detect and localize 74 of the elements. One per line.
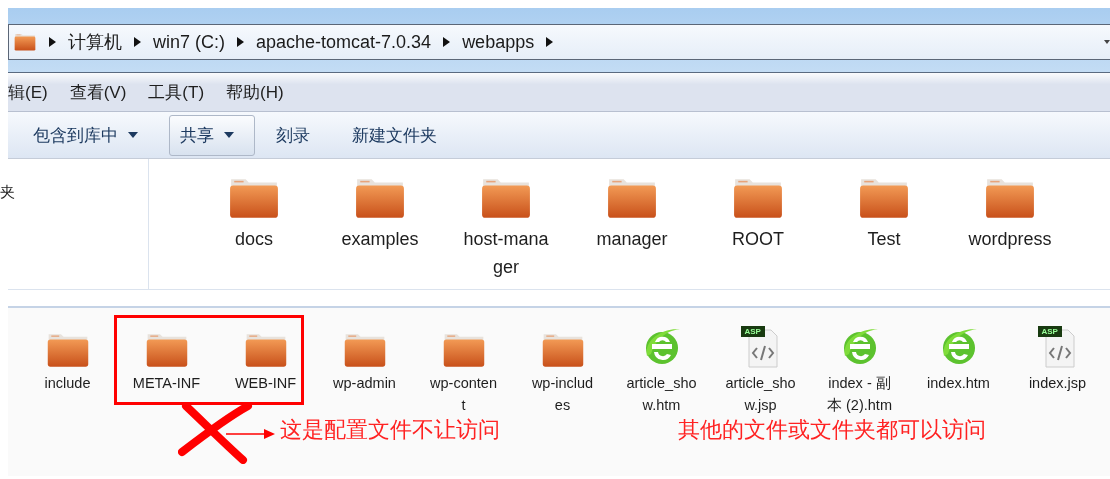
breadcrumb[interactable]: 计算机: [68, 30, 122, 54]
folder-icon: [228, 177, 280, 219]
annotation-text: 其他的文件或文件夹都可以访问: [678, 416, 986, 444]
item-label: ROOT: [732, 228, 784, 251]
folder-item[interactable]: Test: [821, 177, 947, 289]
folder-icon: [13, 33, 37, 51]
folder-icon: [858, 177, 910, 219]
folder-icon: [540, 332, 585, 368]
folder-item[interactable]: host-mana ger: [443, 177, 569, 289]
chevron-icon: [443, 37, 451, 47]
folder-icon: [441, 332, 486, 368]
folder-item[interactable]: manager: [569, 177, 695, 289]
folder-icon: [243, 332, 288, 368]
menu-item[interactable]: 帮助(H): [226, 80, 284, 104]
item-label: include: [44, 374, 91, 393]
toolbar-button[interactable]: 包含到库中: [22, 114, 159, 156]
item-label: manager: [596, 228, 668, 251]
item-label: wordpress: [968, 228, 1052, 251]
menu-item[interactable]: 查看(V): [69, 80, 127, 104]
item-label: wp-includ es: [531, 374, 594, 415]
folder-item[interactable]: examples: [317, 177, 443, 289]
file-item[interactable]: article_sho w.htm: [612, 322, 711, 416]
breadcrumb[interactable]: webapps: [462, 31, 535, 53]
breadcrumb[interactable]: win7 (C:): [153, 31, 225, 53]
chevron-icon: [49, 37, 56, 47]
item-label: index - 副 本 (2).htm: [827, 374, 892, 415]
folder-icon: [354, 177, 406, 219]
file-item[interactable]: META-INF: [117, 322, 216, 416]
file-item[interactable]: ASP article_sho w.jsp: [711, 322, 810, 416]
item-label: article_sho w.jsp: [725, 374, 796, 415]
item-label: examples: [341, 228, 419, 251]
folder-icon: [144, 332, 189, 368]
file-item[interactable]: wp-admin: [315, 322, 414, 416]
toolbar-button[interactable]: 刻录: [265, 114, 331, 156]
item-label: wp-conten t: [430, 374, 497, 415]
caret-icon: [224, 132, 234, 138]
file-item[interactable]: index.htm: [909, 322, 1008, 416]
file-item[interactable]: index - 副 本 (2).htm: [810, 322, 909, 416]
item-label: index.jsp: [1028, 374, 1087, 393]
chevron-icon: [134, 37, 141, 47]
item-label: index.htm: [927, 374, 990, 393]
item-label: wp-admin: [333, 374, 396, 393]
file-item[interactable]: ASP index.jsp: [1008, 322, 1107, 416]
item-label: Test: [867, 228, 901, 251]
file-item[interactable]: include: [18, 322, 117, 416]
toolbar-button[interactable]: 共享: [169, 114, 255, 156]
folder-icon: [984, 177, 1036, 219]
item-label: article_sho w.htm: [626, 374, 697, 415]
file-item[interactable]: wp-conten t: [414, 322, 513, 416]
address-bar[interactable]: 计算机 win7 (C:) apache-tomcat-7.0.34 webapps: [8, 24, 1110, 60]
toolbar-button[interactable]: 新建文件夹: [341, 114, 458, 156]
folder-icon: [480, 177, 532, 219]
caret-icon: [128, 132, 138, 138]
file-item[interactable]: WEB-INF: [216, 322, 315, 416]
chevron-icon: [546, 37, 554, 47]
chevron-icon: [237, 37, 244, 47]
folder-icon: [45, 332, 90, 368]
item-label: docs: [235, 228, 273, 251]
folder-item[interactable]: ROOT: [695, 177, 821, 289]
folder-item[interactable]: docs: [191, 177, 317, 289]
item-label: WEB-INF: [234, 374, 297, 393]
dropdown-icon[interactable]: [1104, 39, 1110, 45]
menu-item[interactable]: 工具(T): [148, 80, 205, 104]
menu-item[interactable]: 辑(E): [8, 80, 48, 104]
item-label: host-mana ger: [463, 228, 549, 279]
folder-icon: [732, 177, 784, 219]
folder-icon: [342, 332, 387, 368]
folder-item[interactable]: wordpress: [947, 177, 1073, 289]
item-label: META-INF: [132, 374, 201, 393]
breadcrumb[interactable]: apache-tomcat-7.0.34: [256, 31, 432, 53]
annotation-text: 这是配置文件不让访问: [280, 416, 500, 444]
sidebar-item[interactable]: 夹: [0, 183, 15, 200]
file-item[interactable]: wp-includ es: [513, 322, 612, 416]
folder-icon: [606, 177, 658, 219]
